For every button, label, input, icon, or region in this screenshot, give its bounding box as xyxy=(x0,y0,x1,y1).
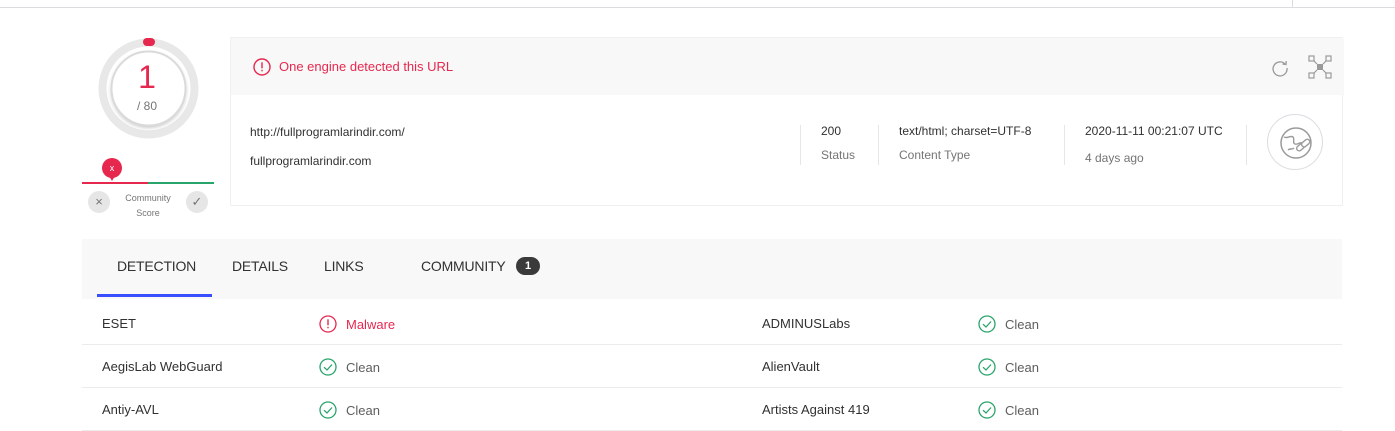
check-circle-icon xyxy=(978,358,996,376)
detection-count: 1 xyxy=(138,59,156,95)
tab-details[interactable]: DETAILS xyxy=(232,258,288,274)
verdict-text: Clean xyxy=(1005,317,1039,332)
engine-verdict: Clean xyxy=(978,315,1039,333)
engine-name: AegisLab WebGuard xyxy=(102,359,223,374)
content-type-label: Content Type xyxy=(899,148,971,162)
check-circle-icon xyxy=(978,401,996,419)
engine-verdict: Malware xyxy=(319,315,395,333)
check-circle-icon xyxy=(978,315,996,333)
scanned-url[interactable]: http://fullprogramlarindir.com/ xyxy=(250,125,405,139)
verdict-text: Malware xyxy=(346,317,396,332)
engine-name: ESET xyxy=(102,316,136,331)
verdict-text: Clean xyxy=(1005,403,1039,418)
check-circle-icon xyxy=(319,358,337,376)
engine-verdict: Clean xyxy=(319,358,380,376)
detection-alert-text: One engine detected this URL xyxy=(279,59,454,74)
top-bar-divider xyxy=(1292,0,1293,8)
engine-total: / 80 xyxy=(136,99,157,113)
community-score-label-line1: Community xyxy=(125,193,171,203)
verdict-text: Clean xyxy=(1005,360,1039,375)
meta-divider xyxy=(1246,125,1247,165)
table-row: ESET Malware ADMINUSLabs Clean xyxy=(82,302,1342,345)
meta-divider xyxy=(1064,125,1065,165)
refresh-icon[interactable] xyxy=(1270,58,1290,78)
http-status-label: Status xyxy=(821,148,856,162)
content-type-value: text/html; charset=UTF-8 xyxy=(899,124,1032,138)
detection-score-gauge: 1 / 80 xyxy=(97,37,200,140)
tab-detection[interactable]: DETECTION xyxy=(117,258,196,274)
community-score: x × Community Score ✓ xyxy=(82,155,214,221)
engine-name: ADMINUSLabs xyxy=(762,316,851,331)
analysis-date-value: 2020-11-11 00:21:07 UTC xyxy=(1085,124,1223,138)
tab-links[interactable]: LINKS xyxy=(324,258,364,274)
community-count-badge: 1 xyxy=(516,257,540,275)
alert-circle-icon xyxy=(253,58,271,76)
url-summary-card: One engine detected this URL http://full… xyxy=(230,37,1344,206)
globe-link-icon xyxy=(1267,114,1323,170)
verdict-text: Clean xyxy=(346,360,380,375)
tab-community[interactable]: COMMUNITY xyxy=(421,258,506,274)
engine-name: AlienVault xyxy=(762,359,820,374)
vote-harmful-button[interactable]: × xyxy=(88,191,110,213)
table-row: AegisLab WebGuard Clean AlienVault Clean xyxy=(82,345,1342,388)
engine-verdict: Clean xyxy=(978,401,1039,419)
meta-divider xyxy=(800,125,801,165)
engine-verdict: Clean xyxy=(978,358,1039,376)
community-score-marker: x xyxy=(102,158,122,181)
top-bar xyxy=(0,0,1395,8)
check-circle-icon xyxy=(319,401,337,419)
community-score-bar xyxy=(82,182,214,184)
community-score-negative xyxy=(82,182,148,184)
engine-verdict: Clean xyxy=(319,401,380,419)
graph-icon[interactable] xyxy=(1308,55,1332,79)
active-tab-indicator xyxy=(97,294,212,297)
analysis-date-relative: 4 days ago xyxy=(1085,151,1144,165)
http-status-value: 200 xyxy=(821,124,842,138)
table-row: Antiy-AVL Clean Artists Against 419 Clean xyxy=(82,388,1342,431)
community-score-label: Community Score xyxy=(114,191,182,221)
meta-divider xyxy=(878,125,879,165)
alert-circle-icon xyxy=(319,315,337,333)
scanned-domain[interactable]: fullprogramlarindir.com xyxy=(250,154,371,168)
report-tabs: DETECTION DETAILS LINKS COMMUNITY 1 xyxy=(82,239,1342,299)
detection-alert-bar: One engine detected this URL xyxy=(231,38,1344,95)
verdict-text: Clean xyxy=(346,403,380,418)
community-score-label-line2: Score xyxy=(136,208,160,218)
vote-harmless-button[interactable]: ✓ xyxy=(186,191,208,213)
